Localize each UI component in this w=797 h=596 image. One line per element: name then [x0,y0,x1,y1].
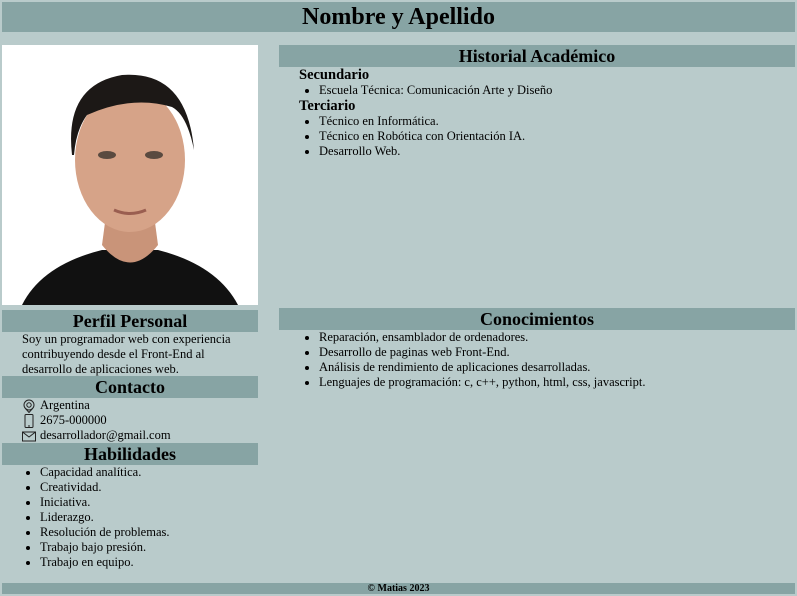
footer: © Matias 2023 [2,583,795,594]
contact-location-text: Argentina [40,398,90,412]
terciario-label: Terciario [299,98,356,114]
skills-heading: Habilidades [2,443,258,465]
contact-list: Argentina 2675-000000 desarrollador@gmai… [22,398,171,443]
knowledge-item: Análisis de rendimiento de aplicaciones … [319,360,646,375]
knowledge-item: Desarrollo de paginas web Front-End. [319,345,646,360]
mail-icon [22,431,36,441]
profile-text: Soy un programador web con experiencia c… [22,332,231,376]
secundario-list: Escuela Técnica: Comunicación Arte y Dis… [279,83,795,98]
skill-item: Iniciativa. [40,495,170,510]
profile-heading: Perfil Personal [2,310,258,332]
knowledge-heading: Conocimientos [279,308,795,330]
skill-item: Trabajo en equipo. [40,555,170,570]
contact-phone: 2675-000000 [22,413,171,428]
contact-phone-text: 2675-000000 [40,413,107,427]
skill-item: Trabajo bajo presión. [40,540,170,555]
academic-heading: Historial Académico [279,45,795,67]
skill-item: Capacidad analítica. [40,465,170,480]
page-title: Nombre y Apellido [2,2,795,32]
knowledge-item: Lenguajes de programación: c, c++, pytho… [319,375,646,390]
skill-item: Resolución de problemas. [40,525,170,540]
phone-icon [24,413,34,428]
skills-list: Capacidad analítica. Creatividad. Inicia… [0,465,170,570]
secundario-label: Secundario [299,67,370,83]
contact-mail: desarrollador@gmail.com [22,428,171,443]
knowledge-list: Reparación, ensamblador de ordenadores. … [279,330,646,390]
academic-item: Técnico en Robótica con Orientación IA. [319,129,795,144]
contact-location: Argentina [22,398,171,413]
skill-item: Liderazgo. [40,510,170,525]
location-icon [23,399,35,413]
profile-photo [2,45,258,305]
academic-section: Secundario Escuela Técnica: Comunicación… [279,67,795,159]
terciario-list: Técnico en Informática. Técnico en Robót… [279,114,795,159]
contact-heading: Contacto [2,376,258,398]
knowledge-item: Reparación, ensamblador de ordenadores. [319,330,646,345]
academic-item: Técnico en Informática. [319,114,795,129]
skill-item: Creatividad. [40,480,170,495]
academic-item: Escuela Técnica: Comunicación Arte y Dis… [319,83,795,98]
contact-mail-text: desarrollador@gmail.com [40,428,171,442]
academic-item: Desarrollo Web. [319,144,795,159]
